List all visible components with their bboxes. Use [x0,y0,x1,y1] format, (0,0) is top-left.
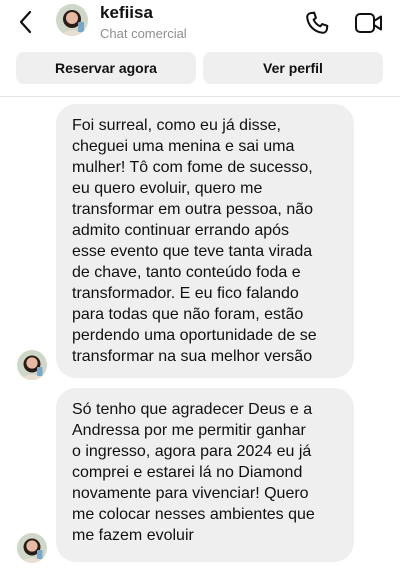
message-bubble[interactable]: Só tenho que agradecer Deus e a Andressa… [56,388,354,562]
view-profile-button[interactable]: Ver perfil [203,52,383,84]
message-bubble[interactable]: Foi surreal, como eu já disse, cheguei u… [56,104,354,378]
chevron-left-icon [19,10,32,34]
audio-call-button[interactable] [302,8,332,38]
phone-icon [306,11,329,34]
business-actions: Reservar agora Ver perfil [0,50,400,90]
video-call-button[interactable] [352,8,386,38]
contact-avatar[interactable] [56,4,88,36]
contact-name[interactable]: kefiisa [100,3,153,23]
sender-avatar[interactable] [17,533,47,563]
video-camera-icon [355,13,382,33]
chat-header: kefiisa Chat comercial [0,0,400,46]
book-now-button[interactable]: Reservar agora [16,52,196,84]
header-divider [0,96,400,97]
sender-avatar[interactable] [17,350,47,380]
contact-subtitle: Chat comercial [100,26,187,41]
back-button[interactable] [12,8,40,36]
